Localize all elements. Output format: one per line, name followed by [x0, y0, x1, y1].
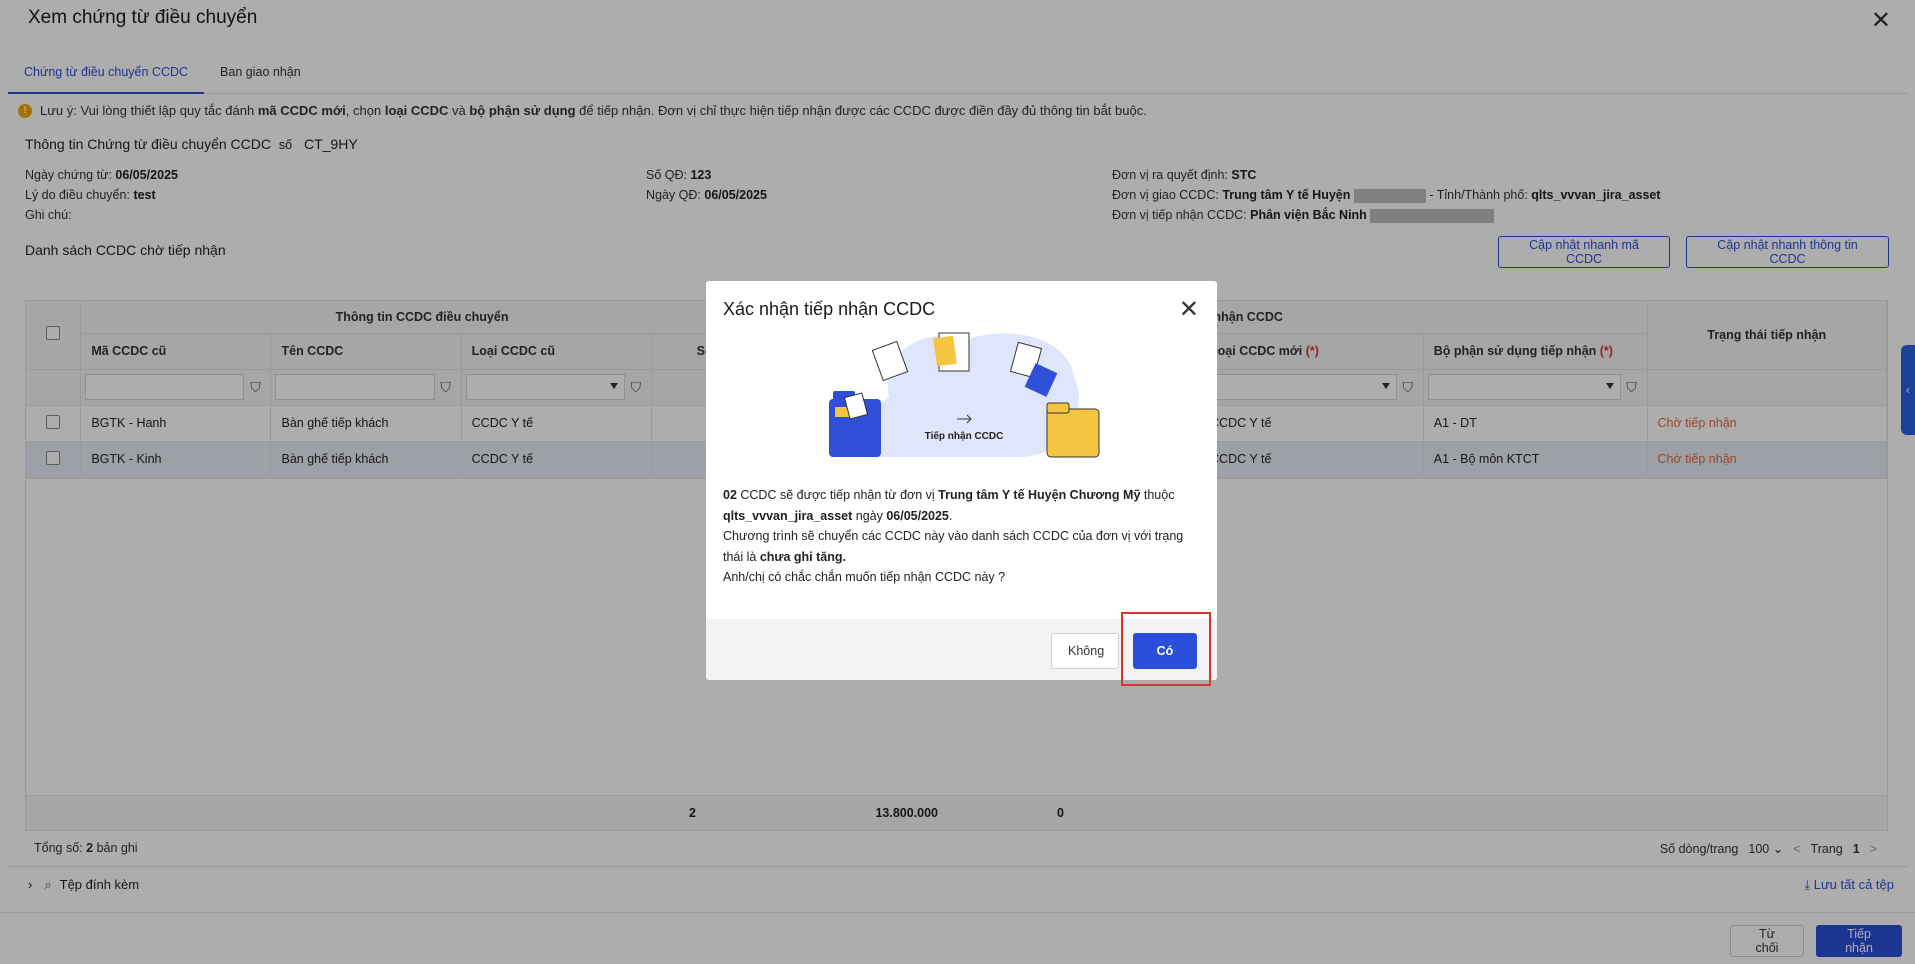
- dialog-message: 02 CCDC sẽ được tiếp nhận từ đơn vị Trun…: [723, 488, 1184, 584]
- no-button[interactable]: Không: [1051, 633, 1119, 669]
- close-icon[interactable]: ✕: [1179, 295, 1199, 324]
- illustration-label: Tiếp nhận CCDC: [925, 430, 1004, 442]
- highlight-box: [1121, 612, 1211, 686]
- receive-illustration: Tiếp nhận CCDC: [829, 332, 1100, 458]
- dialog-title: Xác nhận tiếp nhận CCDC: [723, 299, 936, 319]
